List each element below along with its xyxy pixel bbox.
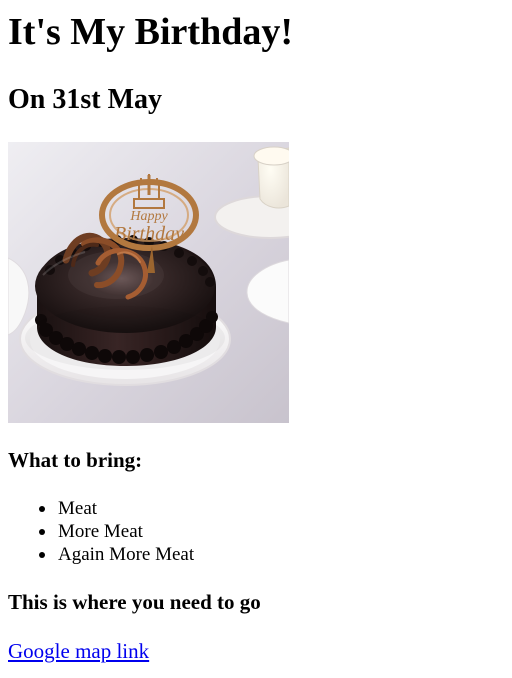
topper-happy-text: Happy <box>129 209 168 224</box>
bullet-icon <box>39 529 45 535</box>
list-item-label: Again More Meat <box>58 544 195 565</box>
what-to-bring-heading: What to bring: <box>8 448 143 472</box>
list-item: More Meat <box>8 520 194 543</box>
birthday-page: It's My Birthday! On 31st May Happy Birt… <box>0 0 512 678</box>
list-item-label: More Meat <box>58 521 143 542</box>
bullet-icon <box>39 506 45 512</box>
directions-heading: This is where you need to go <box>8 590 261 614</box>
list-item-label: Meat <box>58 498 98 519</box>
topper-birthday-text: Birthday <box>114 223 184 245</box>
date-heading: On 31st May <box>8 84 162 115</box>
google-map-link[interactable]: Google map link <box>8 639 149 663</box>
bring-list: Meat More Meat Again More Meat <box>8 497 194 566</box>
list-item: Meat <box>8 497 194 520</box>
list-item: Again More Meat <box>8 543 194 566</box>
bullet-icon <box>39 552 45 558</box>
cake-image: Happy Birthday <box>8 142 289 423</box>
page-title: It's My Birthday! <box>8 11 293 53</box>
